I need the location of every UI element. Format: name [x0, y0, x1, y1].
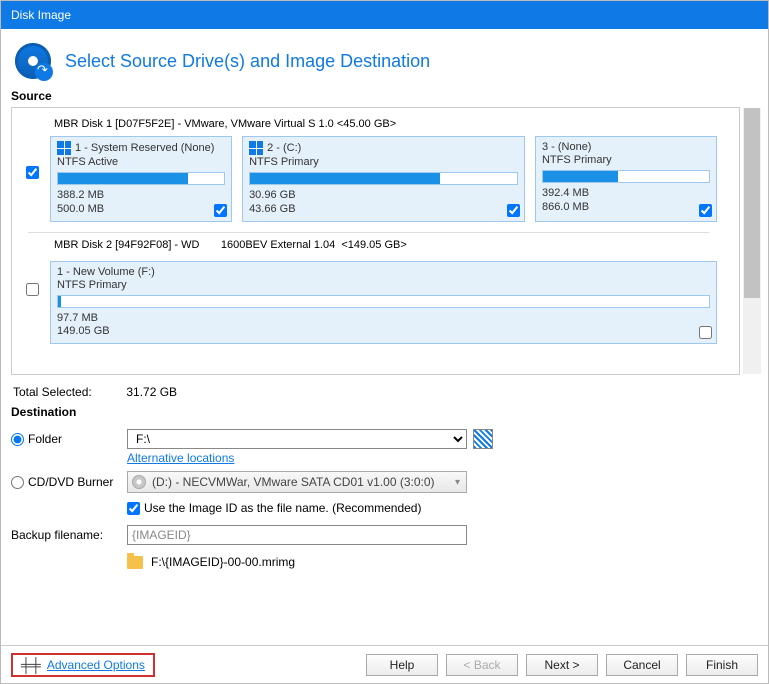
- partition-checkbox[interactable]: [699, 204, 712, 217]
- partition-card[interactable]: 1 - New Volume (F:) NTFS Primary 97.7 MB…: [50, 261, 717, 345]
- cd-icon: [132, 475, 146, 489]
- burner-radio[interactable]: [11, 476, 24, 489]
- partition-stats: 392.4 MB 866.0 MB: [542, 187, 710, 215]
- disk2-title: MBR Disk 2 [94F92F08] - WD 1600BEV Exter…: [54, 239, 717, 251]
- burner-radio-label[interactable]: CD/DVD Burner: [11, 475, 121, 489]
- partition-stats: 388.2 MB 500.0 MB: [57, 189, 225, 217]
- title-bar: Disk Image: [1, 1, 768, 29]
- partition-name: 2 - (C:): [267, 142, 301, 154]
- folder-radio-label[interactable]: Folder: [11, 432, 121, 446]
- partition-stats: 97.7 MB 149.05 GB: [57, 312, 710, 340]
- folder-radio[interactable]: [11, 433, 24, 446]
- back-button[interactable]: < Back: [446, 654, 518, 676]
- backup-filename-label: Backup filename:: [11, 528, 121, 542]
- partition-name: 3 - (None): [542, 141, 592, 153]
- partition-card[interactable]: 1 - System Reserved (None) NTFS Active 3…: [50, 136, 232, 222]
- total-selected-row: Total Selected: 31.72 GB: [1, 375, 768, 405]
- usage-bar: [542, 170, 710, 183]
- wizard-title: Select Source Drive(s) and Image Destina…: [65, 51, 430, 72]
- partition-name: 1 - New Volume (F:): [57, 266, 155, 278]
- next-button[interactable]: Next >: [526, 654, 598, 676]
- burner-value: (D:) - NECVMWar, VMware SATA CD01 v1.00 …: [152, 475, 435, 489]
- disk-image-icon: [15, 43, 51, 79]
- source-section-label: Source: [1, 89, 768, 107]
- alternative-locations-link[interactable]: Alternative locations: [127, 451, 234, 465]
- source-list: MBR Disk 1 [D07F5F2E] - VMware, VMware V…: [11, 107, 740, 375]
- finish-button[interactable]: Finish: [686, 654, 758, 676]
- partition-type: NTFS Primary: [57, 279, 710, 291]
- use-image-id-checkbox[interactable]: [127, 502, 140, 515]
- partition-checkbox[interactable]: [214, 204, 227, 217]
- usage-bar: [249, 172, 518, 185]
- destination-panel: Folder F:\ Alternative locations CD/DVD …: [1, 429, 768, 569]
- sliders-icon: ╪╪: [21, 658, 41, 672]
- disk2-checkbox[interactable]: [26, 283, 39, 296]
- total-selected-value: 31.72 GB: [126, 385, 177, 399]
- wizard-header: Select Source Drive(s) and Image Destina…: [1, 29, 768, 89]
- disk1-checkbox[interactable]: [26, 166, 39, 179]
- partition-checkbox[interactable]: [507, 204, 520, 217]
- destination-section-label: Destination: [1, 405, 768, 423]
- partition-name: 1 - System Reserved (None): [75, 142, 214, 154]
- folder-path-select[interactable]: F:\: [127, 429, 467, 449]
- advanced-options-label: Advanced Options: [47, 658, 145, 672]
- usage-bar: [57, 172, 225, 185]
- partition-stats: 30.96 GB 43.66 GB: [249, 189, 518, 217]
- partition-checkbox[interactable]: [699, 326, 712, 339]
- partition-type: NTFS Primary: [542, 154, 710, 166]
- scroll-thumb[interactable]: [744, 108, 760, 298]
- partition-type: NTFS Active: [57, 156, 225, 168]
- browse-folder-button[interactable]: [473, 429, 493, 449]
- advanced-options-link[interactable]: ╪╪ Advanced Options: [11, 653, 155, 677]
- windows-icon: [249, 141, 263, 155]
- cancel-button[interactable]: Cancel: [606, 654, 678, 676]
- partition-card[interactable]: 2 - (C:) NTFS Primary 30.96 GB 43.66 GB: [242, 136, 525, 222]
- scrollbar[interactable]: [743, 108, 761, 374]
- disk1-title: MBR Disk 1 [D07F5F2E] - VMware, VMware V…: [54, 118, 717, 130]
- backup-filename-input[interactable]: [127, 525, 467, 545]
- help-button[interactable]: Help: [366, 654, 438, 676]
- window-title: Disk Image: [11, 8, 71, 22]
- windows-icon: [57, 141, 71, 155]
- wizard-footer: ╪╪ Advanced Options Help < Back Next > C…: [1, 645, 768, 683]
- total-selected-label: Total Selected:: [13, 385, 123, 399]
- use-image-id-label: Use the Image ID as the file name. (Reco…: [144, 501, 421, 515]
- burner-select[interactable]: (D:) - NECVMWar, VMware SATA CD01 v1.00 …: [127, 471, 467, 493]
- partition-card[interactable]: 3 - (None) NTFS Primary 392.4 MB 866.0 M…: [535, 136, 717, 222]
- disk2-row: 1 - New Volume (F:) NTFS Primary 97.7 MB…: [20, 257, 717, 345]
- folder-icon: [127, 556, 143, 569]
- disk1-row: 1 - System Reserved (None) NTFS Active 3…: [20, 136, 717, 222]
- resolved-path: F:\{IMAGEID}-00-00.mrimg: [151, 555, 295, 569]
- usage-bar: [57, 295, 710, 308]
- partition-type: NTFS Primary: [249, 156, 518, 168]
